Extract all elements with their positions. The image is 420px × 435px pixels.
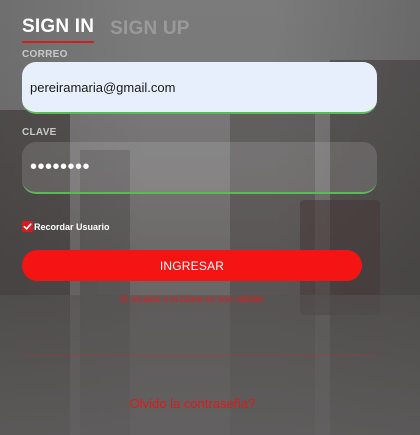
email-field[interactable] [22, 62, 377, 114]
remember-user[interactable]: Recordar Usuario [22, 221, 110, 232]
background-road [0, 295, 420, 435]
login-button[interactable]: INGRESAR [22, 250, 362, 281]
tab-sign-in[interactable]: SIGN IN [22, 16, 95, 43]
auth-tabs: SIGN IN SIGN UP [22, 16, 190, 43]
password-label: CLAVE [22, 127, 57, 138]
remember-label: Recordar Usuario [34, 221, 110, 232]
error-message: El usuario o la Clave no son validas [120, 294, 264, 304]
tab-sign-up[interactable]: SIGN UP [110, 18, 190, 43]
remember-checkbox[interactable] [22, 221, 33, 232]
divider [22, 355, 377, 356]
forgot-password-link[interactable]: Olvido la contraseña? [0, 396, 385, 411]
check-icon [23, 223, 32, 230]
email-label: CORREO [22, 49, 68, 60]
password-field[interactable] [22, 142, 377, 194]
